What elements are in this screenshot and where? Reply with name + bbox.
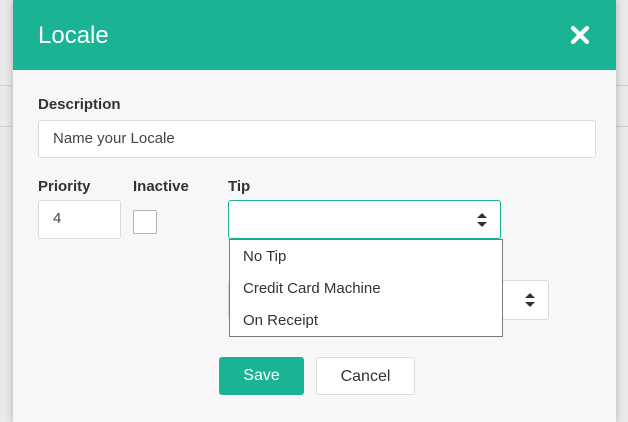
priority-label: Priority [38, 178, 91, 195]
cancel-button[interactable]: Cancel [316, 357, 415, 395]
tip-label: Tip [228, 178, 251, 195]
modal-title: Locale [38, 22, 109, 49]
description-label: Description [38, 96, 121, 113]
tip-option-no-tip[interactable]: No Tip [230, 241, 502, 273]
background-divider [616, 85, 628, 86]
sort-arrows-icon [477, 212, 487, 227]
tip-dropdown-list: No Tip Credit Card Machine On Receipt [229, 239, 503, 337]
description-input[interactable]: Name your Locale [38, 120, 596, 158]
close-icon [570, 25, 590, 45]
save-button[interactable]: Save [219, 357, 304, 395]
tip-option-on-receipt[interactable]: On Receipt [230, 305, 502, 336]
background-divider [0, 85, 12, 86]
tip-select[interactable] [228, 200, 501, 239]
close-button[interactable] [567, 22, 593, 48]
sort-arrows-icon [525, 293, 535, 307]
inactive-checkbox[interactable] [133, 210, 157, 234]
tip-option-credit-card-machine[interactable]: Credit Card Machine [230, 273, 502, 305]
background-divider [0, 126, 12, 127]
background-divider [616, 126, 628, 127]
priority-input[interactable]: 4 [38, 200, 121, 239]
inactive-label: Inactive [133, 178, 189, 195]
locale-modal: Locale Description Name your Locale Prio… [13, 0, 616, 422]
modal-header: Locale [13, 0, 616, 70]
